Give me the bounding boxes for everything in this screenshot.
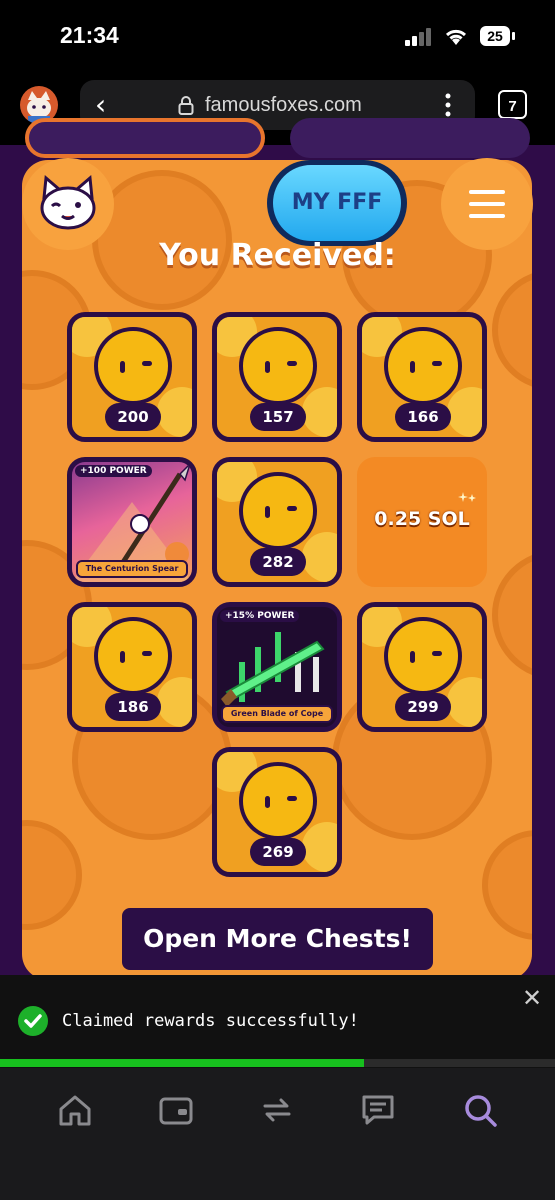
battery-level: 25 [487, 28, 503, 44]
menu-icon [469, 202, 505, 206]
background-coin [492, 270, 532, 390]
sparkle-icon [458, 492, 476, 502]
background-coin [482, 830, 532, 940]
coin-icon [239, 327, 317, 405]
reward-coin-tile: 166 [357, 312, 487, 442]
open-more-chests-button[interactable]: Open More Chests! [122, 908, 433, 970]
bottom-navigation [0, 1068, 555, 1200]
page-title: You Received: [159, 238, 396, 273]
search-icon[interactable] [462, 1092, 498, 1128]
reward-amount: 166 [395, 403, 451, 431]
reward-coin-tile: 157 [212, 312, 342, 442]
toast-progress-track [0, 1059, 555, 1067]
reward-item-tile: +100 POWER The Centurion Spear [67, 457, 197, 587]
swap-icon[interactable] [259, 1092, 295, 1128]
success-check-icon [18, 1006, 48, 1036]
menu-icon [469, 214, 505, 218]
my-fff-button[interactable]: MY FFF [273, 165, 401, 241]
toast-progress-fill [0, 1059, 364, 1067]
reward-amount: 269 [250, 838, 306, 866]
coin-icon [94, 617, 172, 695]
coin-icon [384, 327, 462, 405]
messages-icon[interactable] [360, 1092, 396, 1128]
wifi-icon [445, 29, 467, 45]
reward-amount: 282 [250, 548, 306, 576]
reward-coin-tile: 186 [67, 602, 197, 732]
reward-amount: 200 [105, 403, 161, 431]
reward-coin-tile: 282 [212, 457, 342, 587]
power-badge: +100 POWER [75, 465, 152, 477]
reward-coin-tile: 200 [67, 312, 197, 442]
coin-icon [239, 472, 317, 550]
fox-avatar-button[interactable] [22, 158, 114, 250]
item-name: The Centurion Spear [76, 560, 188, 578]
more-options-icon[interactable] [442, 92, 454, 118]
tab-switcher-button[interactable]: 7 [498, 90, 527, 119]
coin-icon [384, 617, 462, 695]
coin-icon [239, 762, 317, 840]
lock-icon [178, 96, 194, 115]
top-pill-right [290, 118, 530, 158]
url-text[interactable]: famousfoxes.com [205, 90, 362, 120]
clock: 21:34 [60, 22, 119, 48]
home-icon[interactable] [57, 1092, 93, 1128]
reward-item-tile: +15% POWER Green Blade of Cope [212, 602, 342, 732]
reward-amount: 186 [105, 693, 161, 721]
back-icon[interactable]: ‹ [95, 90, 117, 120]
menu-icon [469, 190, 505, 194]
background-coin [492, 550, 532, 680]
wallet-icon[interactable] [158, 1092, 194, 1128]
background-coin [22, 820, 82, 930]
reward-coin-tile: 269 [212, 747, 342, 877]
close-icon[interactable]: ✕ [520, 986, 544, 1010]
power-badge: +15% POWER [220, 610, 300, 622]
top-pill-left [25, 118, 265, 158]
reward-amount: 299 [395, 693, 451, 721]
reward-coin-tile: 299 [357, 602, 487, 732]
reward-sol-tile: 0.25 SOL [357, 457, 487, 587]
toast-message: Claimed rewards successfully! [62, 1011, 359, 1031]
reward-amount: 157 [250, 403, 306, 431]
hamburger-menu-button[interactable] [441, 158, 533, 250]
cellular-signal-icon [405, 28, 431, 46]
item-name: Green Blade of Cope [221, 705, 333, 723]
coin-icon [94, 327, 172, 405]
